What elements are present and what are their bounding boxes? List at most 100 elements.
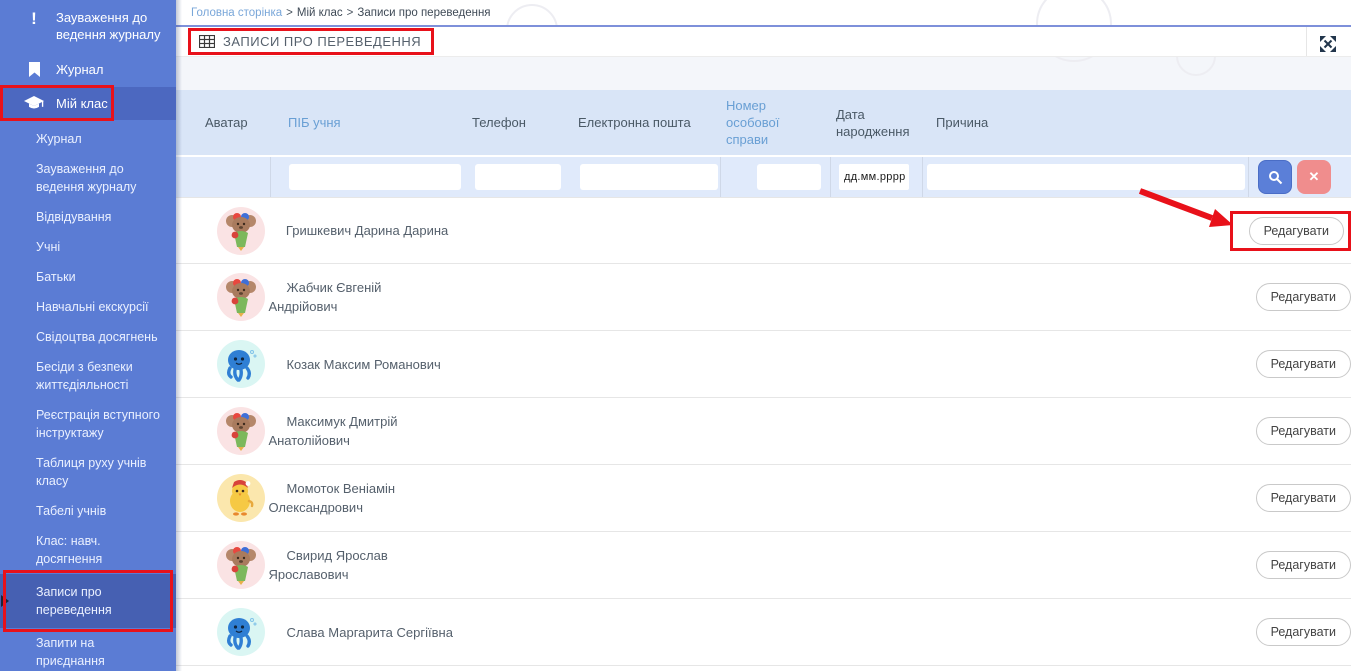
submenu-item-excursions[interactable]: Навчальні екскурсії <box>0 292 176 322</box>
koala-avatar <box>217 407 265 455</box>
reason-filter-input[interactable] <box>927 164 1245 190</box>
breadcrumb: Головна сторінка > Мій клас > Записи про… <box>176 0 1351 25</box>
submenu-label: Свідоцтва досягнень <box>36 330 158 344</box>
submenu-label: Бесіди з безпеки життєдіяльності <box>36 360 133 392</box>
table-row: Козак Максим Романович Редагувати <box>176 331 1351 398</box>
filter-cell-avatar <box>190 157 270 197</box>
filter-cell-file-number <box>720 157 830 197</box>
header-divider <box>1306 27 1307 56</box>
table-header-row: Аватар ПІБ учня Телефон Електронна пошта… <box>176 90 1351 155</box>
submenu-item-journal[interactable]: Журнал <box>0 124 176 154</box>
sidebar-item-my-class[interactable]: Мій клас <box>0 87 176 120</box>
magnifier-icon <box>1268 170 1283 185</box>
table-row: Гришкевич Дарина Дарина Редагувати <box>176 197 1351 264</box>
annotation-rect-title: ЗАПИСИ ПРО ПЕРЕВЕДЕННЯ <box>188 28 434 55</box>
sidebar-submenu: Журнал Зауваження до ведення журналу Від… <box>0 120 176 671</box>
column-header-student-name[interactable]: ПІБ учня <box>270 114 470 131</box>
column-header-reason: Причина <box>922 114 1248 131</box>
submenu-label: Навчальні екскурсії <box>36 300 148 314</box>
sidebar-item-journal[interactable]: Журнал <box>0 52 176 87</box>
edit-button[interactable]: Редагувати <box>1256 484 1351 512</box>
submenu-item-class-achievements[interactable]: Клас: навч. досягнення <box>0 526 176 574</box>
breadcrumb-current: Записи про переведення <box>357 7 490 19</box>
submenu-item-report-cards[interactable]: Табелі учнів <box>0 496 176 526</box>
table-grid-icon <box>199 35 215 48</box>
student-name: Гришкевич Дарина Дарина <box>268 223 448 238</box>
sidebar: ! Зауваження до ведення журналу Журнал М… <box>0 0 176 671</box>
phone-filter-input[interactable] <box>475 164 561 190</box>
bookmark-icon <box>24 62 44 78</box>
column-header-phone: Телефон <box>470 114 575 131</box>
main-content: Головна сторінка > Мій клас > Записи про… <box>176 0 1351 671</box>
submenu-label: Табелі учнів <box>36 504 106 518</box>
page-title: ЗАПИСИ ПРО ПЕРЕВЕДЕННЯ <box>223 34 421 49</box>
submenu-label: Запити на приєднання <box>36 636 105 668</box>
column-header-avatar: Аватар <box>190 114 270 131</box>
koala-avatar <box>217 207 265 255</box>
student-name: Момоток Веніамін Олександрович <box>268 481 395 515</box>
submenu-item-attendance[interactable]: Відвідування <box>0 202 176 232</box>
octopus-avatar <box>217 608 265 656</box>
submenu-label: Клас: навч. досягнення <box>36 534 102 566</box>
koala-avatar <box>217 541 265 589</box>
submenu-item-certificates[interactable]: Свідоцтва досягнень <box>0 322 176 352</box>
submenu-item-movement-table[interactable]: Таблиця руху учнів класу <box>0 448 176 496</box>
edit-button[interactable]: Редагувати <box>1256 551 1351 579</box>
email-filter-input[interactable] <box>580 164 718 190</box>
table-row: Свирид Ярослав Ярославович Редагувати <box>176 532 1351 599</box>
selected-pointer-icon <box>1 595 9 607</box>
submenu-label: Таблиця руху учнів класу <box>36 456 146 488</box>
submenu-label: Записи про переведення <box>36 585 112 617</box>
submenu-item-parents[interactable]: Батьки <box>0 262 176 292</box>
graduation-cap-icon <box>24 96 44 111</box>
breadcrumb-my-class[interactable]: Мій клас <box>297 7 343 19</box>
edit-button[interactable]: Редагувати <box>1256 417 1351 445</box>
edit-button[interactable]: Редагувати <box>1256 618 1351 646</box>
annotation-rect-transfer-records <box>3 570 173 632</box>
table-row: Слава Маргарита Сергіївна Редагувати <box>176 599 1351 666</box>
sidebar-item-label: Мій клас <box>56 95 108 112</box>
edit-button[interactable]: Редагувати <box>1256 350 1351 378</box>
submenu-item-transfer-records[interactable]: Записи про переведення <box>0 574 176 628</box>
submenu-label: Відвідування <box>36 210 111 224</box>
search-button[interactable] <box>1258 160 1292 194</box>
panel-header: ЗАПИСИ ПРО ПЕРЕВЕДЕННЯ <box>176 25 1351 57</box>
clear-filters-button[interactable]: ✕ <box>1297 160 1331 194</box>
table-body: Гришкевич Дарина Дарина Редагувати Жабчи… <box>176 197 1351 666</box>
submenu-label: Батьки <box>36 270 76 284</box>
student-name: Свирид Ярослав Ярославович <box>268 548 387 582</box>
chick-avatar <box>217 474 265 522</box>
expand-arrows-icon[interactable] <box>1317 33 1339 55</box>
submenu-label: Журнал <box>36 132 82 146</box>
breadcrumb-separator: > <box>347 7 354 19</box>
submenu-item-students[interactable]: Учні <box>0 232 176 262</box>
file-number-filter-input[interactable] <box>757 164 821 190</box>
breadcrumb-separator: > <box>286 7 293 19</box>
filter-cell-email <box>575 157 720 197</box>
name-filter-input[interactable] <box>289 164 461 190</box>
submenu-label: Учні <box>36 240 60 254</box>
sidebar-item-remarks-journal[interactable]: ! Зауваження до ведення журналу <box>0 0 176 52</box>
filter-cell-birth-date: дд.мм.рррр <box>830 157 922 197</box>
table-row: Максимук Дмитрій Анатолійович Редагувати <box>176 398 1351 465</box>
student-name: Козак Максим Романович <box>268 357 440 372</box>
x-icon: ✕ <box>1309 169 1320 185</box>
exclamation-icon: ! <box>24 10 44 27</box>
breadcrumb-home-link[interactable]: Головна сторінка <box>191 7 282 19</box>
submenu-item-join-requests[interactable]: Запити на приєднання <box>0 628 176 671</box>
edit-button[interactable]: Редагувати <box>1256 283 1351 311</box>
submenu-label: Реєстрація вступного інструктажу <box>36 408 160 440</box>
octopus-avatar <box>217 340 265 388</box>
submenu-item-remarks[interactable]: Зауваження до ведення журналу <box>0 154 176 202</box>
filter-row: дд.мм.рррр ✕ <box>176 155 1351 197</box>
sidebar-item-label: Зауваження до ведення журналу <box>56 9 160 43</box>
annotation-rect-edit-button: Редагувати <box>1230 211 1351 251</box>
filter-cell-name <box>270 157 470 197</box>
submenu-item-safety-talks[interactable]: Бесіди з безпеки життєдіяльності <box>0 352 176 400</box>
table-row: Жабчик Євгеній Андрійович Редагувати <box>176 264 1351 331</box>
column-header-file-number[interactable]: Номер особової справи <box>720 97 830 148</box>
edit-button[interactable]: Редагувати <box>1249 217 1344 245</box>
birth-date-filter-input[interactable]: дд.мм.рррр <box>839 164 909 190</box>
submenu-item-briefing-registration[interactable]: Реєстрація вступного інструктажу <box>0 400 176 448</box>
submenu-label: Зауваження до ведення журналу <box>36 162 136 194</box>
